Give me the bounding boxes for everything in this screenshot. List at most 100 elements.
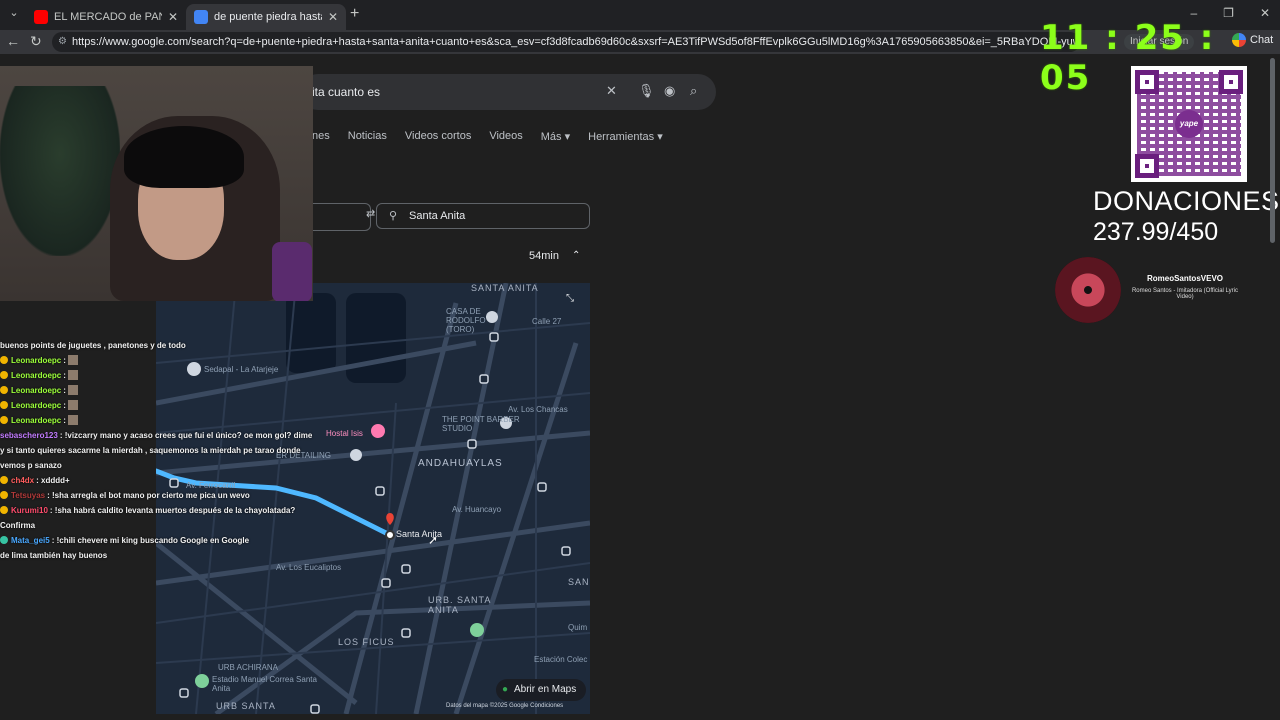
chat-text: : bbox=[63, 386, 66, 395]
map-label: URB SANTA bbox=[216, 701, 276, 711]
chat-message: Leonardoepc: bbox=[0, 398, 300, 413]
tab-news[interactable]: Noticias bbox=[348, 130, 387, 143]
chat-message: Mata_gei5: !chili chevere mi king buscan… bbox=[0, 533, 300, 548]
site-info-icon[interactable]: ⚙ bbox=[58, 32, 67, 52]
mic-icon[interactable]: 🎙 bbox=[638, 83, 655, 99]
map-label: URB ACHIRANA bbox=[218, 663, 279, 672]
christmas-tree bbox=[0, 86, 120, 256]
chat-message: ch4dx: xdddd+ bbox=[0, 473, 300, 488]
chat-text: y si tanto quieres sacarme la mierdah , … bbox=[0, 446, 301, 455]
map-label: Estación Colec bbox=[534, 655, 588, 664]
map-label: Estadio Manuel Correa Santa Anita bbox=[212, 675, 317, 693]
close-tab-icon[interactable]: ✕ bbox=[168, 10, 178, 24]
destination-field[interactable]: ⚲ Santa Anita bbox=[376, 203, 590, 229]
open-in-maps-button[interactable]: ● Abrir en Maps bbox=[496, 679, 587, 701]
qr-finder bbox=[1219, 70, 1243, 94]
tab-search-button[interactable]: ⌄ bbox=[4, 6, 24, 24]
map-label: SANTA ANITA bbox=[471, 283, 539, 293]
chat-username[interactable]: Mata_gei5 bbox=[11, 536, 50, 545]
close-tab-icon[interactable]: ✕ bbox=[328, 10, 338, 24]
chevron-up-icon[interactable]: ⌃ bbox=[572, 250, 580, 261]
chat-username[interactable]: Leonardoepc bbox=[11, 386, 61, 395]
chat-text: : bbox=[63, 401, 66, 410]
chat-message: de lima también hay buenos bbox=[0, 548, 300, 563]
map-label: Av. Los Chancas bbox=[508, 405, 568, 414]
open-in-maps-label: Abrir en Maps bbox=[514, 684, 577, 695]
emote-icon bbox=[67, 355, 78, 365]
chat-username[interactable]: Leonardoepc bbox=[11, 356, 61, 365]
chat-text: Confirma bbox=[0, 521, 36, 530]
now-playing-artist: RomeoSantosVEVO bbox=[1146, 274, 1223, 283]
chat-badge-icon bbox=[0, 536, 8, 544]
tab-images[interactable]: nes bbox=[312, 130, 330, 143]
album-art bbox=[1055, 257, 1121, 323]
expand-icon[interactable]: ⤡ bbox=[566, 293, 574, 304]
chat-message: vemos p sanazo bbox=[0, 458, 300, 473]
tab-short-videos[interactable]: Videos cortos bbox=[405, 130, 471, 143]
chat-username[interactable]: ch4dx bbox=[11, 476, 34, 485]
chat-message: Leonardoepc: bbox=[0, 353, 300, 368]
donations-amount: 237.99/450 bbox=[1093, 218, 1219, 246]
chat-text: : bbox=[63, 356, 66, 365]
destination-text: Santa Anita bbox=[409, 210, 466, 222]
chat-badge-icon bbox=[0, 401, 8, 409]
donations-title: DONACIONES bbox=[1093, 186, 1280, 216]
chat-text: : !sha habrá caldito levanta muertos des… bbox=[49, 506, 296, 515]
google-icon bbox=[194, 10, 208, 24]
microphone bbox=[272, 242, 312, 301]
back-button[interactable]: ← bbox=[6, 33, 20, 49]
chat-message: y si tanto quieres sacarme la mierdah , … bbox=[0, 443, 301, 458]
chat-text: : bbox=[63, 416, 66, 425]
search-box[interactable]: ita cuanto es ✕ 🎙 ◉ ⌕ bbox=[300, 74, 716, 110]
chat-username[interactable]: Leonardoepc bbox=[11, 401, 61, 410]
page-scrollbar[interactable] bbox=[1270, 58, 1275, 243]
search-icon[interactable]: ⌕ bbox=[690, 83, 697, 99]
tab-title: de puente piedra hasta santa anita bbox=[214, 11, 322, 23]
route-duration: 54min bbox=[529, 250, 559, 262]
chat-text: : !chili chevere mi king buscando Google… bbox=[51, 536, 250, 545]
chat-badge-icon bbox=[0, 356, 8, 364]
mouse-cursor-icon: ➚ bbox=[428, 533, 439, 547]
new-tab-button[interactable]: + bbox=[350, 5, 359, 23]
chat-message: buenos points de juguetes , panetones y … bbox=[0, 338, 300, 353]
maps-pin-icon: ● bbox=[502, 684, 509, 695]
clear-icon[interactable]: ✕ bbox=[606, 83, 617, 99]
chat-badge-icon bbox=[0, 476, 8, 484]
map-label: SAN bbox=[568, 577, 590, 587]
lens-icon[interactable]: ◉ bbox=[664, 83, 675, 99]
chat-message: Tetsuyas: !sha arregla el bot mano por c… bbox=[0, 488, 300, 503]
stream-chat: buenos points de juguetes , panetones y … bbox=[0, 338, 312, 563]
tab-google-search[interactable]: de puente piedra hasta santa anita ✕ bbox=[186, 4, 346, 30]
chat-message: Leonardoepc: bbox=[0, 368, 300, 383]
tab-more[interactable]: Más ▾ bbox=[541, 130, 570, 143]
donation-qr-code: yape bbox=[1131, 66, 1247, 182]
qr-finder bbox=[1135, 70, 1159, 94]
url-text: https://www.google.com/search?q=de+puent… bbox=[72, 36, 1080, 48]
emote-icon bbox=[67, 415, 78, 425]
chat-username[interactable]: Kurumi10 bbox=[11, 506, 48, 515]
qr-finder bbox=[1135, 154, 1159, 178]
chat-username[interactable]: Leonardoepc bbox=[11, 371, 61, 380]
tab-videos[interactable]: Videos bbox=[489, 130, 522, 143]
chat-username[interactable]: Leonardoepc bbox=[11, 416, 61, 425]
chat-message: Kurumi10: !sha habrá caldito levanta mue… bbox=[0, 503, 300, 518]
chat-text: buenos points de juguetes , panetones y … bbox=[0, 341, 186, 350]
yape-logo: yape bbox=[1175, 110, 1203, 138]
reload-button[interactable]: ↻ bbox=[30, 33, 42, 50]
map-label: URB. SANTA ANITA bbox=[428, 595, 491, 615]
chat-text: : bbox=[63, 371, 66, 380]
chat-text: : xdddd+ bbox=[36, 476, 70, 485]
chat-username[interactable]: Tetsuyas bbox=[11, 491, 45, 500]
map-label: Av. Los Eucaliptos bbox=[276, 563, 342, 572]
tab-youtube[interactable]: EL MERCADO de PANETONES NAVIDEÑOS ✕ bbox=[26, 4, 186, 30]
address-bar[interactable]: ⚙ https://www.google.com/search?q=de+pue… bbox=[52, 32, 1080, 52]
youtube-icon bbox=[34, 10, 48, 24]
streamer-hair bbox=[124, 126, 244, 188]
map-label: Av. Huancayo bbox=[452, 505, 502, 514]
chat-badge-icon bbox=[0, 491, 8, 499]
search-tabs: nes Noticias Videos cortos Videos Más ▾ … bbox=[312, 130, 663, 143]
chat-username[interactable]: sebaschero123 bbox=[0, 431, 58, 440]
chat-message: Leonardoepc: bbox=[0, 383, 300, 398]
chat-badge-icon bbox=[0, 371, 8, 379]
tab-tools[interactable]: Herramientas ▾ bbox=[588, 130, 663, 143]
